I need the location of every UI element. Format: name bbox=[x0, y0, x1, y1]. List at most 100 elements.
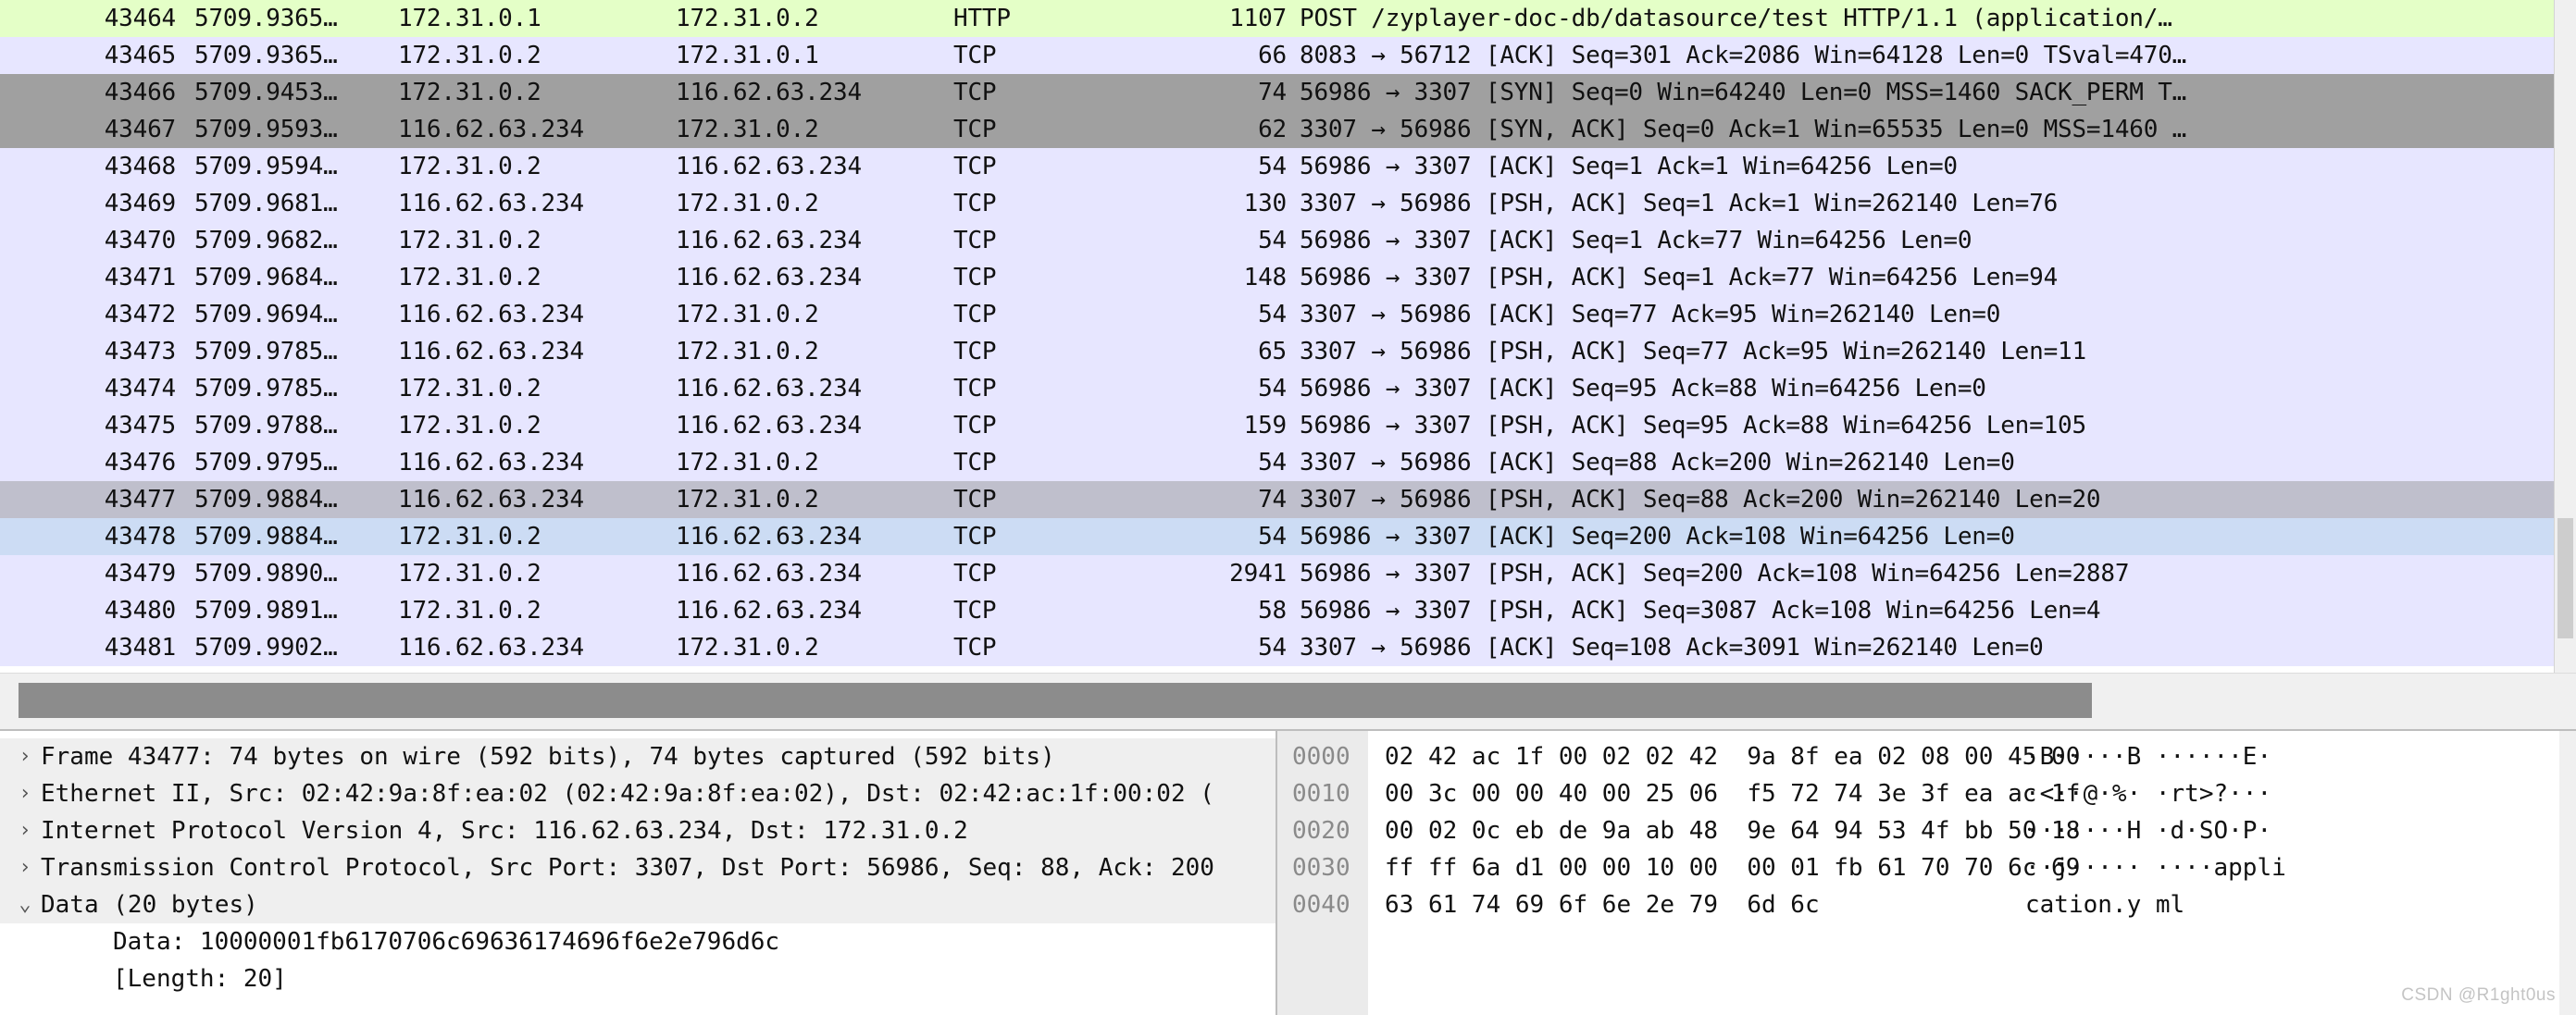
packet-row[interactable]: 43478 5709.9884… 172.31.0.2 116.62.63.234 TC… bbox=[0, 518, 2555, 555]
packet-details-pane[interactable]: › Frame 43477: 74 bytes on wire (592 bits… bbox=[0, 731, 1277, 1015]
packet-row[interactable]: 43464 5709.9365… 172.31.0.1 172.31.0.2 HTTP 1… bbox=[0, 0, 2555, 37]
packet-destination: 116.62.63.234 bbox=[676, 560, 862, 588]
packet-no: 43468 bbox=[104, 153, 176, 180]
packet-row[interactable]: 43479 5709.9890… 172.31.0.2 116.62.63.234 TC… bbox=[0, 555, 2555, 592]
detail-tree-row[interactable]: Data: 10000001fb6170706c69636174696f6e2e… bbox=[0, 923, 1276, 960]
hexdump-row[interactable]: 0020 00 02 0c eb de 9a ab 48 9e 64 94 53 … bbox=[1277, 812, 2576, 849]
packet-no: 43464 bbox=[104, 5, 176, 32]
packet-protocol: TCP bbox=[953, 486, 997, 514]
packet-list-vertical-scrollbar[interactable] bbox=[2554, 0, 2576, 673]
packet-row[interactable]: 43472 5709.9694… 116.62.63.234 172.31.0.2 TC… bbox=[0, 296, 2555, 333]
packet-row[interactable]: 43477 5709.9884… 116.62.63.234 172.31.0.2 TC… bbox=[0, 481, 2555, 518]
packet-row[interactable]: 43465 5709.9365… 172.31.0.2 172.31.0.1 TCP 66… bbox=[0, 37, 2555, 74]
packet-row[interactable]: 43471 5709.9684… 172.31.0.2 116.62.63.234 TC… bbox=[0, 259, 2555, 296]
packet-row[interactable]: 43481 5709.9902… 116.62.63.234 172.31.0.2 TC… bbox=[0, 629, 2555, 666]
packet-protocol: TCP bbox=[953, 634, 997, 662]
packet-row[interactable]: 43466 5709.9453… 172.31.0.2 116.62.63.234 TC… bbox=[0, 74, 2555, 111]
hexdump-ascii: ·B·····B ······E· bbox=[2025, 743, 2272, 771]
packet-row[interactable]: 43473 5709.9785… 116.62.63.234 172.31.0.2 TC… bbox=[0, 333, 2555, 370]
packet-source: 116.62.63.234 bbox=[398, 190, 584, 217]
scroll-down-arrow-icon[interactable] bbox=[2555, 654, 2576, 673]
packet-protocol: TCP bbox=[953, 79, 997, 106]
hexdump-row[interactable]: 0010 00 3c 00 00 40 00 25 06 f5 72 74 3e … bbox=[1277, 775, 2576, 812]
packet-row[interactable]: 43474 5709.9785… 172.31.0.2 116.62.63.234 TC… bbox=[0, 370, 2555, 407]
packet-destination: 172.31.0.2 bbox=[676, 116, 819, 143]
hexdump-ascii: ··j····· ····appli bbox=[2025, 854, 2286, 882]
hexdump-bytes: 00 02 0c eb de 9a ab 48 9e 64 94 53 4f b… bbox=[1385, 817, 2081, 845]
packet-length: 54 bbox=[1258, 301, 1287, 328]
packet-protocol: TCP bbox=[953, 227, 997, 254]
packet-time: 5709.9694… bbox=[194, 301, 338, 328]
detail-tree-row[interactable]: › Transmission Control Protocol, Src Port… bbox=[0, 849, 1276, 886]
packet-row[interactable]: 43480 5709.9891… 172.31.0.2 116.62.63.234 TC… bbox=[0, 592, 2555, 629]
packet-source: 172.31.0.2 bbox=[398, 597, 541, 625]
packet-no: 43476 bbox=[104, 449, 176, 477]
detail-tree-row[interactable]: [Length: 20] bbox=[0, 960, 1276, 997]
packet-protocol: TCP bbox=[953, 597, 997, 625]
chevron-right-icon[interactable]: › bbox=[9, 812, 41, 849]
packet-row[interactable]: 43475 5709.9788… 172.31.0.2 116.62.63.234 TC… bbox=[0, 407, 2555, 444]
detail-tree-label: Data: 10000001fb6170706c69636174696f6e2e… bbox=[113, 928, 780, 956]
hexdump-bytes: 00 3c 00 00 40 00 25 06 f5 72 74 3e 3f e… bbox=[1385, 780, 2081, 808]
packet-list-pane[interactable]: 43464 5709.9365… 172.31.0.1 172.31.0.2 HTTP 1… bbox=[0, 0, 2576, 673]
packet-length: 54 bbox=[1258, 523, 1287, 551]
detail-tree-row[interactable]: › Internet Protocol Version 4, Src: 116.6… bbox=[0, 812, 1276, 849]
scroll-up-arrow-icon[interactable] bbox=[2555, 0, 2576, 19]
packet-list-horizontal-scrollbar[interactable] bbox=[0, 673, 2576, 729]
packet-destination: 116.62.63.234 bbox=[676, 523, 862, 551]
lower-panes: › Frame 43477: 74 bytes on wire (592 bits… bbox=[0, 729, 2576, 1015]
packet-info: 56986 → 3307 [PSH, ACK] Seq=3087 Ack=108… bbox=[1300, 597, 2101, 625]
chevron-right-icon[interactable]: › bbox=[9, 775, 41, 812]
packet-list[interactable]: 43464 5709.9365… 172.31.0.1 172.31.0.2 HTTP 1… bbox=[0, 0, 2555, 666]
packet-row[interactable]: 43468 5709.9594… 172.31.0.2 116.62.63.234 TC… bbox=[0, 148, 2555, 185]
detail-tree-row[interactable]: › Ethernet II, Src: 02:42:9a:8f:ea:02 (02… bbox=[0, 775, 1276, 812]
packet-row[interactable]: 43476 5709.9795… 116.62.63.234 172.31.0.2 TC… bbox=[0, 444, 2555, 481]
packet-time: 5709.9682… bbox=[194, 227, 338, 254]
hexdump-row[interactable]: 0040 63 61 74 69 6f 6e 2e 79 6d 6c cation.… bbox=[1277, 886, 2576, 923]
packet-no: 43465 bbox=[104, 42, 176, 69]
detail-tree-label: Data (20 bytes) bbox=[41, 891, 258, 919]
hexdump-ascii: cation.y ml bbox=[2025, 891, 2185, 919]
packet-time: 5709.9884… bbox=[194, 486, 338, 514]
packet-row[interactable]: 43467 5709.9593… 116.62.63.234 172.31.0.2 TC… bbox=[0, 111, 2555, 148]
hexdump-row[interactable]: 0030 ff ff 6a d1 00 00 10 00 00 01 fb 61 … bbox=[1277, 849, 2576, 886]
packet-info: 3307 → 56986 [PSH, ACK] Seq=77 Ack=95 Wi… bbox=[1300, 338, 2086, 365]
packet-no: 43477 bbox=[104, 486, 176, 514]
scrollbar-thumb-horizontal[interactable] bbox=[19, 683, 2092, 718]
packet-length: 159 bbox=[1243, 412, 1288, 439]
packet-no: 43473 bbox=[104, 338, 176, 365]
hexdump-offset: 0030 bbox=[1292, 854, 1350, 882]
chevron-right-icon[interactable]: › bbox=[9, 738, 41, 775]
detail-tree-row[interactable]: › Frame 43477: 74 bytes on wire (592 bits… bbox=[0, 738, 1276, 775]
packet-bytes-pane[interactable]: 0000 02 42 ac 1f 00 02 02 42 9a 8f ea 02 … bbox=[1277, 731, 2576, 1015]
packet-info: 3307 → 56986 [ACK] Seq=77 Ack=95 Win=262… bbox=[1300, 301, 2001, 328]
packet-info: 3307 → 56986 [PSH, ACK] Seq=1 Ack=1 Win=… bbox=[1300, 190, 2059, 217]
detail-tree-label: Frame 43477: 74 bytes on wire (592 bits)… bbox=[41, 743, 1055, 771]
packet-source: 116.62.63.234 bbox=[398, 116, 584, 143]
packet-protocol: TCP bbox=[953, 375, 997, 402]
packet-no: 43478 bbox=[104, 523, 176, 551]
detail-tree-row[interactable]: ⌄ Data (20 bytes) bbox=[0, 886, 1276, 923]
chevron-down-icon[interactable]: ⌄ bbox=[9, 886, 41, 923]
scrollbar-thumb[interactable] bbox=[2557, 518, 2573, 638]
packet-time: 5709.9902… bbox=[194, 634, 338, 662]
packet-length: 54 bbox=[1258, 449, 1287, 477]
packet-source: 172.31.0.2 bbox=[398, 264, 541, 291]
packet-length: 1107 bbox=[1229, 5, 1287, 32]
bytes-pane-scrollbar[interactable] bbox=[2559, 731, 2576, 1015]
hexdump-bytes: ff ff 6a d1 00 00 10 00 00 01 fb 61 70 7… bbox=[1385, 854, 2081, 882]
packet-time: 5709.9681… bbox=[194, 190, 338, 217]
hexdump-row[interactable]: 0000 02 42 ac 1f 00 02 02 42 9a 8f ea 02 … bbox=[1277, 738, 2576, 775]
packet-destination: 116.62.63.234 bbox=[676, 153, 862, 180]
packet-row[interactable]: 43469 5709.9681… 116.62.63.234 172.31.0.2 TC… bbox=[0, 185, 2555, 222]
packet-protocol: TCP bbox=[953, 190, 997, 217]
packet-source: 172.31.0.2 bbox=[398, 227, 541, 254]
packet-info: 56986 → 3307 [SYN] Seq=0 Win=64240 Len=0… bbox=[1300, 79, 2187, 106]
packet-protocol: TCP bbox=[953, 42, 997, 69]
packet-no: 43471 bbox=[104, 264, 176, 291]
packet-source: 172.31.0.2 bbox=[398, 523, 541, 551]
packet-row[interactable]: 43470 5709.9682… 172.31.0.2 116.62.63.234 TC… bbox=[0, 222, 2555, 259]
packet-protocol: TCP bbox=[953, 523, 997, 551]
chevron-right-icon[interactable]: › bbox=[9, 849, 41, 886]
packet-destination: 172.31.0.2 bbox=[676, 338, 819, 365]
